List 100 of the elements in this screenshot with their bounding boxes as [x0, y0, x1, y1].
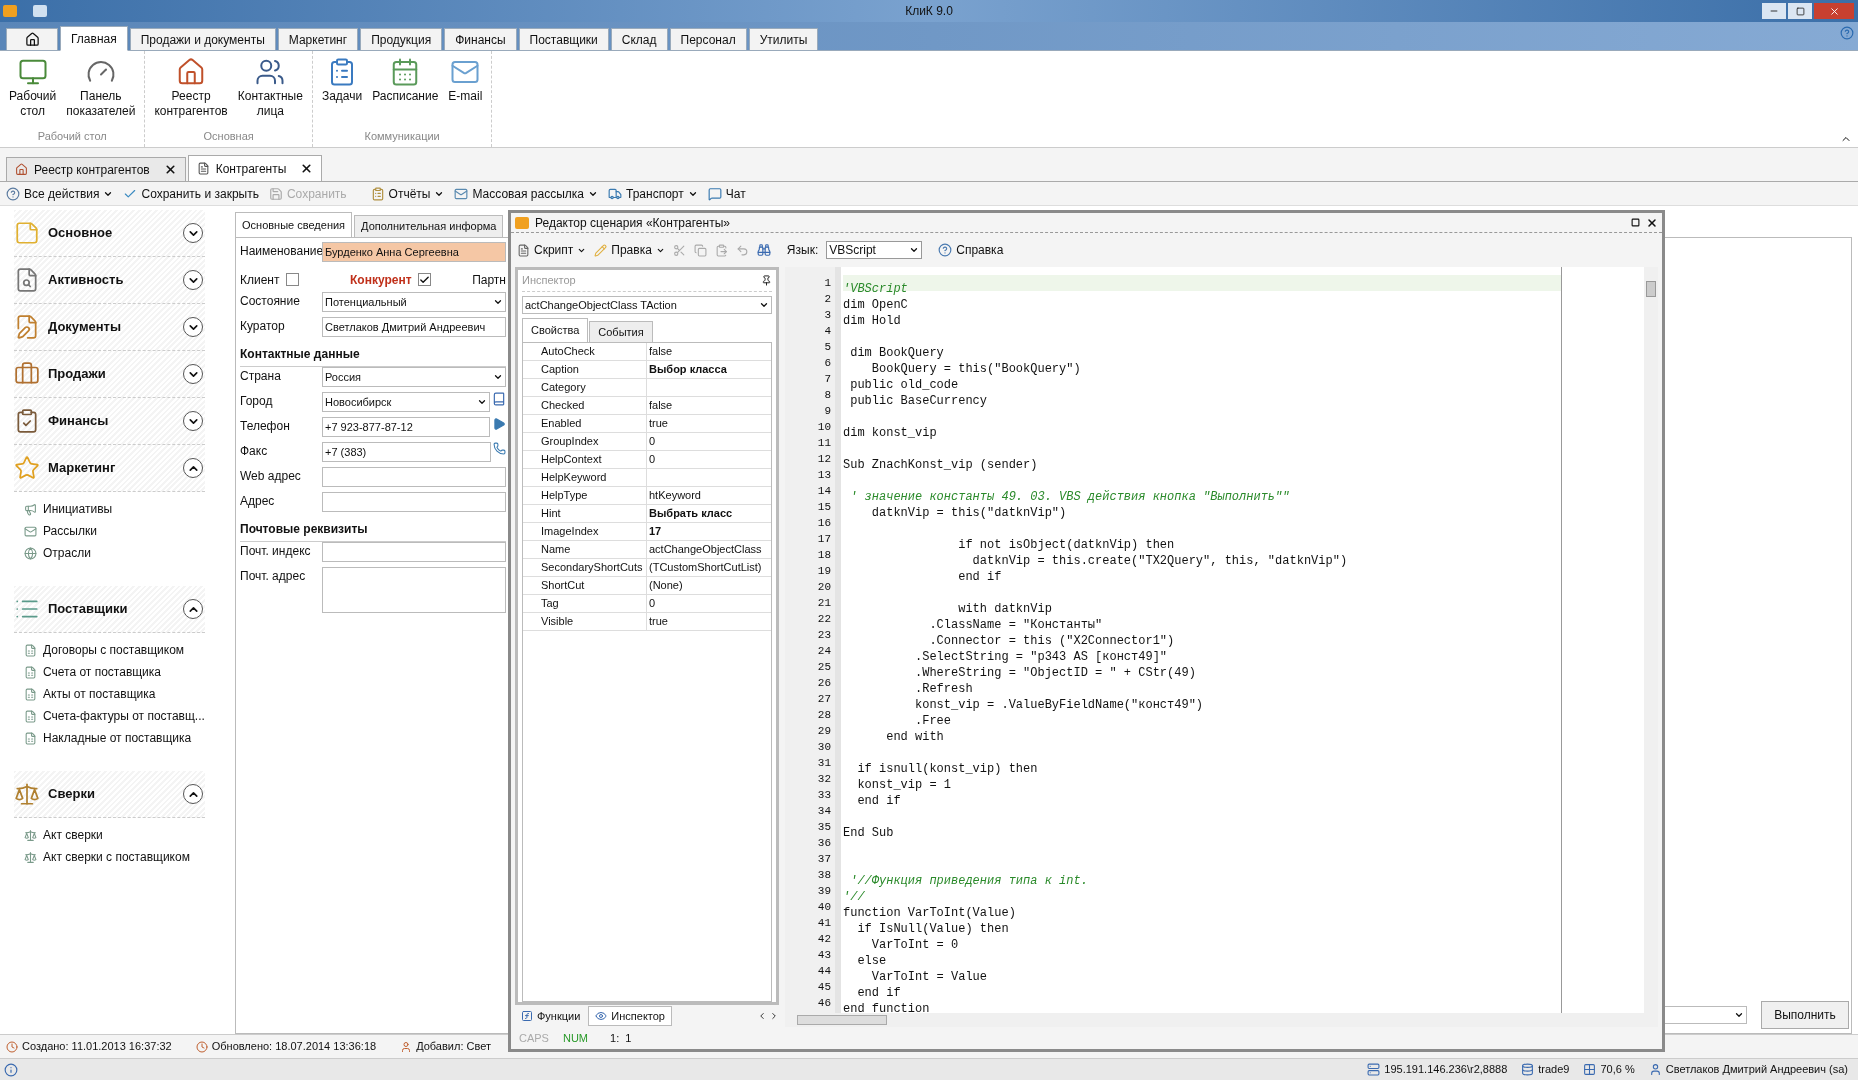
ribbon-button[interactable]: Расписание	[369, 57, 442, 128]
property-value[interactable]: 0	[647, 433, 656, 450]
property-value[interactable]: htKeyword	[647, 487, 701, 504]
property-value[interactable]: 0	[647, 595, 656, 612]
property-value[interactable]: Выбрать класс	[647, 505, 733, 522]
ribbon-button[interactable]: Задачи	[318, 57, 366, 128]
toolbar-button[interactable]: Сохранить и закрыть	[123, 184, 259, 203]
input-field[interactable]: Бурденко Анна Сергеевна	[322, 242, 506, 262]
sidebar-section-header[interactable]: Документы	[14, 304, 205, 351]
vertical-scrollbar[interactable]	[1644, 267, 1658, 1013]
expand-icon[interactable]	[183, 270, 203, 290]
run-button[interactable]: Выполнить	[1761, 1001, 1849, 1029]
sidebar-section-header[interactable]: Сверки	[14, 771, 205, 818]
property-value[interactable]: 0	[647, 451, 656, 468]
input-field[interactable]: +7 (383)	[322, 442, 491, 462]
pin-icon[interactable]	[761, 275, 772, 286]
language-dropdown[interactable]: VBScript	[826, 241, 923, 259]
help-icon[interactable]	[1840, 26, 1854, 40]
toolbar-button[interactable]: Транспорт	[608, 184, 698, 203]
expand-icon[interactable]	[183, 364, 203, 384]
property-value[interactable]: true	[647, 415, 668, 432]
sidebar-item[interactable]: Накладные от поставщика	[24, 727, 205, 749]
input-field[interactable]	[322, 542, 506, 562]
property-value[interactable]: (TCustomShortCutList)	[647, 559, 762, 576]
checkbox[interactable]	[417, 273, 431, 286]
minimize-icon[interactable]	[1762, 3, 1786, 19]
ribbon-button[interactable]: Рабочий стол	[6, 57, 60, 128]
sidebar-section-header[interactable]: Маркетинг	[14, 445, 205, 492]
maximize-icon[interactable]	[1631, 218, 1640, 227]
inspector-tab[interactable]: Свойства	[522, 318, 589, 342]
code-area[interactable]	[785, 267, 1658, 1013]
inspector-tab[interactable]: События	[589, 321, 653, 342]
horizontal-scrollbar[interactable]	[785, 1013, 1658, 1027]
ribbon-tab[interactable]: Утилиты	[748, 28, 819, 50]
info-icon[interactable]	[4, 1062, 18, 1077]
panel-tab[interactable]: Функции	[515, 1006, 587, 1026]
checkbox[interactable]	[285, 273, 299, 286]
ribbon-tab[interactable]: Финансы	[444, 28, 517, 50]
toolbar-button[interactable]: Все действия	[6, 184, 114, 203]
sidebar-item[interactable]: Счета от поставщика	[24, 661, 205, 683]
dropdown-field[interactable]: Россия	[322, 367, 506, 387]
toolbar-button[interactable]: Массовая рассылка	[454, 184, 598, 203]
play-icon[interactable]	[492, 417, 506, 431]
input-field[interactable]	[322, 467, 506, 487]
phone-icon[interactable]	[493, 442, 506, 455]
close-icon[interactable]	[1646, 216, 1658, 229]
sidebar-item[interactable]: Инициативы	[24, 498, 205, 520]
ribbon-button[interactable]: Панель показателей	[63, 57, 139, 128]
menu-button[interactable]: Правка	[594, 241, 665, 259]
ribbon-tab[interactable]: Продукция	[360, 28, 443, 50]
input-field[interactable]	[322, 567, 506, 613]
help-button[interactable]: Справка	[938, 241, 1004, 259]
input-field[interactable]: Светлаков Дмитрий Андреевич	[322, 317, 506, 337]
sidebar-item[interactable]: Договоры с поставщиком	[24, 639, 205, 661]
sidebar-item[interactable]: Отрасли	[24, 542, 205, 564]
scroll-right-icon[interactable]	[769, 1011, 779, 1021]
sidebar-item[interactable]: Акт сверки с поставщиком	[24, 846, 205, 868]
toolbar-button[interactable]: Чат	[707, 184, 746, 203]
sidebar-section-header[interactable]: Продажи	[14, 351, 205, 398]
collapse-icon[interactable]	[183, 784, 203, 804]
expand-icon[interactable]	[183, 317, 203, 337]
document-tab[interactable]: Контрагенты	[187, 155, 323, 181]
input-field[interactable]: +7 923-877-87-12	[322, 417, 490, 437]
ribbon-button[interactable]: E-mail	[445, 57, 486, 128]
property-value[interactable]: false	[647, 397, 673, 414]
form-tab[interactable]: Основные сведения	[235, 212, 353, 237]
form-tab[interactable]: Дополнительная информа	[354, 215, 504, 237]
book-icon[interactable]	[492, 392, 506, 406]
dropdown-field[interactable]: Потенциальный	[322, 292, 506, 312]
sidebar-item[interactable]: Рассылки	[24, 520, 205, 542]
sidebar-section-header[interactable]: Финансы	[14, 398, 205, 445]
sidebar-section-header[interactable]: Поставщики	[14, 586, 205, 633]
input-field[interactable]	[322, 492, 506, 512]
dropdown-field[interactable]: Новосибирск	[322, 392, 490, 412]
collapse-icon[interactable]	[183, 458, 203, 478]
ribbon-tab[interactable]: Склад	[610, 28, 668, 50]
property-value[interactable]: (None)	[647, 577, 683, 594]
document-tab[interactable]: Реестр контрагентов	[6, 157, 186, 181]
collapse-icon[interactable]	[183, 599, 203, 619]
property-value[interactable]: actChangeObjectClass	[647, 541, 762, 558]
ribbon-button[interactable]: Контактные лица	[234, 57, 306, 128]
scroll-left-icon[interactable]	[757, 1011, 767, 1021]
home-tab[interactable]	[6, 28, 58, 50]
object-dropdown[interactable]: actChangeObjectClass TAction	[522, 296, 772, 314]
ribbon-tab[interactable]: Персонал	[669, 28, 747, 50]
expand-icon[interactable]	[183, 223, 203, 243]
ribbon-tab[interactable]: Главная	[60, 26, 128, 51]
property-value[interactable]: Выбор класса	[647, 361, 727, 378]
close-icon[interactable]	[163, 163, 177, 176]
ribbon-button[interactable]: Реестр контрагентов	[151, 57, 231, 128]
sidebar-item[interactable]: Акт сверки	[24, 824, 205, 846]
dropdown-field[interactable]	[1663, 1006, 1747, 1024]
panel-tab[interactable]: Инспектор	[588, 1006, 672, 1026]
property-value[interactable]: true	[647, 613, 668, 630]
binoculars-icon[interactable]	[756, 243, 771, 257]
ribbon-tab[interactable]: Маркетинг	[277, 28, 359, 50]
property-value[interactable]: 17	[647, 523, 662, 540]
sidebar-section-header[interactable]: Основное	[14, 210, 205, 257]
expand-icon[interactable]	[183, 411, 203, 431]
ribbon-tab[interactable]: Продажи и документы	[129, 28, 276, 50]
